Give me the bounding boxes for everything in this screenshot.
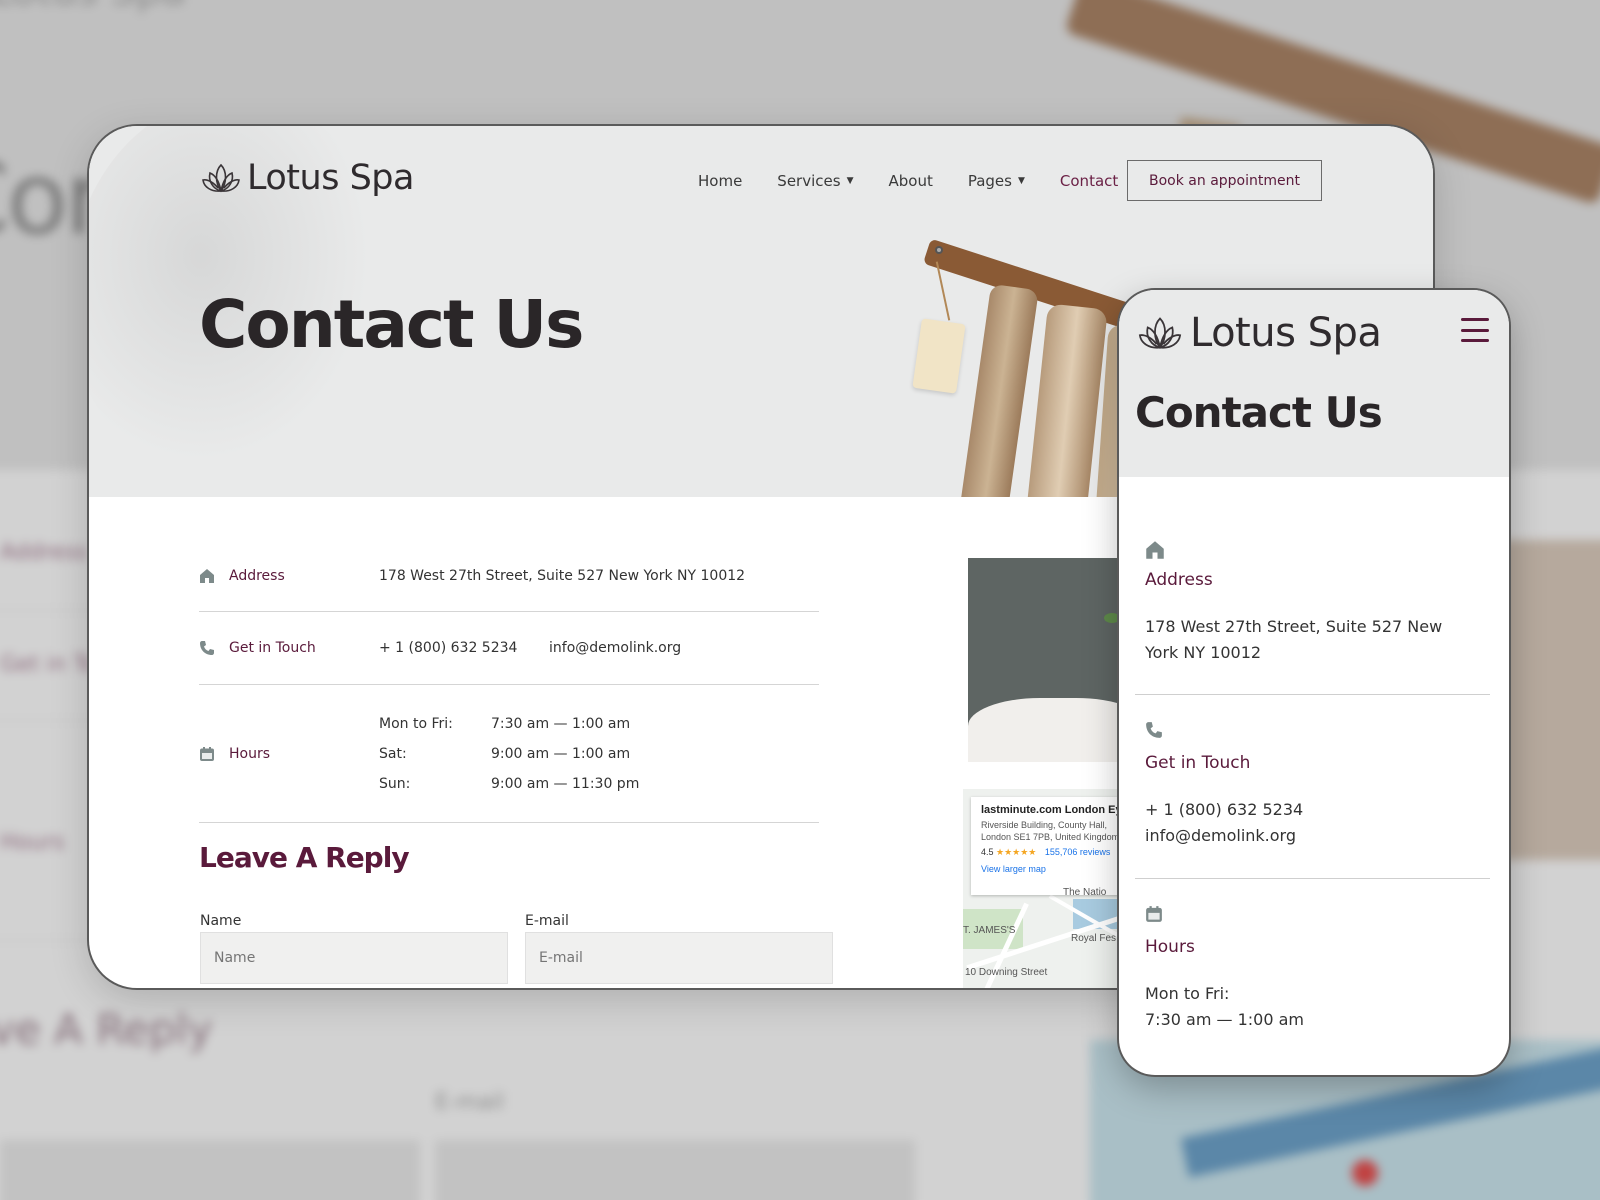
- get-in-touch-label: Get in Touch: [229, 640, 316, 656]
- hours-time: 9:00 am — 1:00 am: [491, 745, 631, 762]
- map-place-name: lastminute.com London Eye: [981, 804, 1128, 816]
- hours-time: 9:00 am — 11:30 pm: [491, 775, 640, 792]
- hours-table: Mon to Fri: 7:30 am — 1:00 am Sat: 9:00 am…: [379, 716, 639, 792]
- mobile-page-title: Contact Us: [1135, 388, 1383, 437]
- leave-reply-title: Leave A Reply: [199, 841, 410, 874]
- nav-item-services[interactable]: Services ▼: [777, 172, 853, 190]
- address-row: Address 178 West 27th Street, Suite 527 …: [199, 540, 819, 612]
- nav-item-home[interactable]: Home: [698, 172, 742, 190]
- nav-item-pages[interactable]: Pages ▼: [968, 172, 1025, 190]
- hook: [935, 246, 943, 254]
- background-label: Hours: [0, 830, 65, 855]
- mobile-touch-block: Get in Touch + 1 (800) 632 5234 info@dem…: [1135, 695, 1490, 879]
- map-reviews-link[interactable]: 155,706 reviews: [1045, 847, 1111, 857]
- nav-item-contact[interactable]: Contact: [1060, 172, 1118, 190]
- caret-down-icon: ▼: [1017, 176, 1025, 186]
- logo-text: Lotus Spa: [1190, 310, 1382, 356]
- book-appointment-button[interactable]: Book an appointment: [1127, 160, 1322, 201]
- background-label: Get in To: [0, 652, 97, 677]
- hours-line: Sun: 9:00 am — 11:30 pm: [379, 776, 639, 792]
- map-place-card: lastminute.com London Eye Riverside Buil…: [971, 797, 1133, 895]
- nav-label: Contact: [1059, 172, 1119, 190]
- mobile-address-block: Address 178 West 27th Street, Suite 527 …: [1135, 530, 1490, 695]
- nav-label: About: [888, 172, 933, 190]
- hours-time: 7:30 am — 1:00 am: [491, 715, 631, 732]
- nav-item-about[interactable]: About: [888, 172, 932, 190]
- background-logo-text: Lotus Spa: [0, 0, 186, 14]
- mobile-hero: Lotus Spa Contact Us: [1119, 290, 1509, 477]
- name-input[interactable]: [200, 932, 508, 984]
- main-nav: Home Services ▼ About Pages ▼ Contact: [698, 166, 1153, 196]
- nav-label: Pages: [967, 172, 1012, 190]
- email-input[interactable]: [525, 932, 833, 984]
- caret-down-icon: ▼: [846, 176, 854, 186]
- mobile-hours-day: Mon to Fri:: [1145, 984, 1230, 1003]
- hours-line: Mon to Fri: 7:30 am — 1:00 am: [379, 716, 639, 732]
- hours-row: Hours Mon to Fri: 7:30 am — 1:00 am Sat: 9…: [199, 685, 819, 823]
- hours-day: Sat:: [379, 745, 407, 762]
- map-label: 10 Downing Street: [965, 967, 1048, 978]
- hours-label: Hours: [229, 745, 271, 762]
- background-input: [435, 1140, 915, 1200]
- calendar-icon: [199, 746, 229, 762]
- background-reply-title: ve A Reply: [0, 1005, 213, 1054]
- lotus-icon: [201, 161, 241, 195]
- mobile-address-label: Address: [1145, 570, 1213, 590]
- name-label: Name: [200, 913, 242, 929]
- mobile-hours-label: Hours: [1145, 937, 1195, 957]
- calendar-icon: [1145, 905, 1163, 927]
- mobile-preview: Lotus Spa Contact Us Address 178 West 27…: [1119, 290, 1509, 1075]
- site-logo[interactable]: Lotus Spa: [201, 158, 414, 198]
- nav-label: Services: [777, 172, 841, 190]
- mobile-phone-link[interactable]: + 1 (800) 632 5234: [1145, 797, 1475, 823]
- map-rating: 4.5 ★★★★★ 155,706 reviews: [981, 847, 1131, 858]
- soap-bar: [912, 318, 966, 394]
- address-label: Address: [229, 567, 285, 584]
- loofah: [959, 283, 1039, 497]
- nav-label: Home: [698, 172, 743, 190]
- map-label: T. JAMES'S: [963, 925, 1016, 936]
- hours-line: Sat: 9:00 am — 1:00 am: [379, 746, 639, 762]
- page-title: Contact Us: [199, 286, 584, 363]
- hours-day: Sun:: [379, 775, 411, 792]
- mobile-hours-block: Hours Mon to Fri: 7:30 am — 1:00 am: [1135, 879, 1490, 1075]
- map-place-address-line1: Riverside Building, County Hall,: [981, 820, 1108, 830]
- lotus-icon: [1137, 314, 1183, 352]
- spa-photo: [968, 558, 1128, 762]
- plant-leaf: [1104, 613, 1120, 623]
- home-icon: [199, 568, 229, 584]
- hours-day: Mon to Fri:: [379, 715, 453, 732]
- address-value: 178 West 27th Street, Suite 527 New York…: [379, 567, 746, 584]
- view-larger-map-link[interactable]: View larger map: [981, 864, 1131, 874]
- background-label: Address: [0, 540, 88, 565]
- email-label: E-mail: [525, 913, 569, 929]
- get-in-touch-row: Get in Touch + 1 (800) 632 5234 info@dem…: [199, 612, 819, 685]
- phone-link[interactable]: + 1 (800) 632 5234: [379, 640, 549, 656]
- mobile-email-link[interactable]: info@demolink.org: [1145, 823, 1475, 849]
- towel-pile: [968, 698, 1128, 762]
- map-label: Royal Fes: [1071, 933, 1117, 944]
- mobile-hours-time: 7:30 am — 1:00 am: [1145, 1010, 1304, 1029]
- google-map[interactable]: lastminute.com London Eye Riverside Buil…: [963, 789, 1133, 988]
- map-place-address-line2: London SE1 7PB, United Kingdom: [981, 832, 1120, 842]
- email-link[interactable]: info@demolink.org: [549, 640, 681, 656]
- logo-text: Lotus Spa: [247, 158, 414, 198]
- loofah: [1026, 303, 1108, 497]
- background-map-pin: [1352, 1160, 1378, 1186]
- mobile-site-logo[interactable]: Lotus Spa: [1137, 310, 1382, 356]
- star-icon: ★★★★★: [996, 847, 1037, 857]
- map-label: The Natio: [1063, 887, 1107, 898]
- background-input: [0, 1140, 420, 1200]
- hamburger-menu-icon[interactable]: [1461, 318, 1489, 342]
- home-icon: [1145, 540, 1165, 564]
- mobile-touch-label: Get in Touch: [1145, 753, 1251, 773]
- map-rating-value: 4.5: [981, 847, 994, 857]
- phone-icon: [1145, 721, 1163, 743]
- mobile-address-value: 178 West 27th Street, Suite 527 New York…: [1145, 617, 1443, 662]
- background-email-label: E-mail: [435, 1090, 504, 1115]
- phone-icon: [199, 640, 229, 656]
